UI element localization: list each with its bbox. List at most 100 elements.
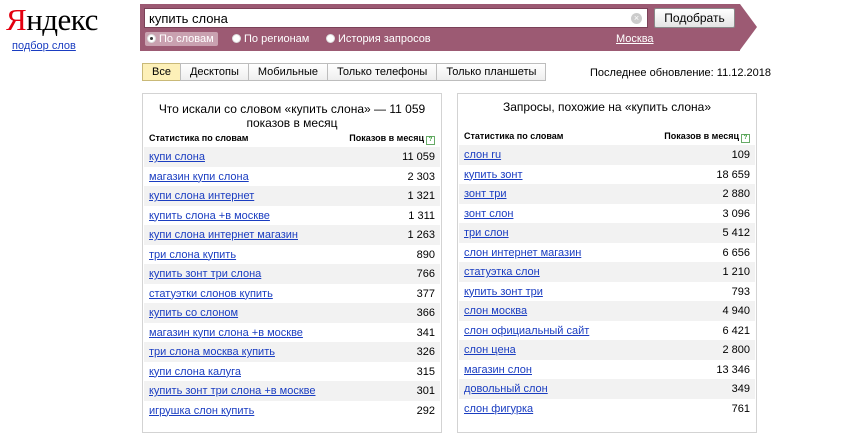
impression-count: 315 xyxy=(416,365,435,378)
tab-all[interactable]: Все xyxy=(142,63,181,81)
impression-count: 1 263 xyxy=(407,229,435,241)
help-icon[interactable]: ? xyxy=(426,136,435,145)
phrase-link[interactable]: игрушка слон купить xyxy=(149,405,254,417)
table-row: три слон 5 412 xyxy=(459,223,755,243)
table-row: купить зонт три слона +в москве 301 xyxy=(144,381,440,401)
impression-count: 292 xyxy=(416,404,435,417)
phrase-link[interactable]: слон официальный сайт xyxy=(464,325,589,337)
table-row: довольный слон 349 xyxy=(459,379,755,399)
phrase-link[interactable]: статуэтки слонов купить xyxy=(149,288,273,300)
wordstat-link[interactable]: подбор слов xyxy=(12,40,76,52)
table-row: статуэтки слонов купить 377 xyxy=(144,284,440,304)
impression-count: 4 940 xyxy=(722,305,750,317)
col-phrase-header: Статистика по словам xyxy=(464,131,564,141)
phrase-link[interactable]: слон фигурка xyxy=(464,403,533,415)
impression-count: 377 xyxy=(416,287,435,300)
phrase-link[interactable]: купи слона интернет магазин xyxy=(149,229,298,241)
radio-icon xyxy=(326,34,335,43)
impression-count: 326 xyxy=(416,346,435,358)
impression-count: 761 xyxy=(731,402,750,415)
phrase-link[interactable]: купить зонт три слона +в москве xyxy=(149,385,316,397)
impression-count: 890 xyxy=(416,248,435,261)
impression-count: 18 659 xyxy=(716,168,750,181)
tab-tablets-only[interactable]: Только планшеты xyxy=(436,63,547,81)
impression-count: 2 800 xyxy=(722,344,750,356)
table-row: магазин купи слона 2 303 xyxy=(144,167,440,187)
phrase-link[interactable]: слон цена xyxy=(464,344,516,356)
col-count-header: Показов в месяц? xyxy=(349,133,435,145)
radio-icon xyxy=(232,34,241,43)
right-panel-title: Запросы, похожие на «купить слона» xyxy=(502,100,711,114)
impression-count: 341 xyxy=(416,326,435,339)
phrase-link[interactable]: статуэтка слон xyxy=(464,266,540,278)
region-link[interactable]: Москва xyxy=(616,33,654,45)
table-row: магазин купи слона +в москве 341 xyxy=(144,323,440,343)
table-row: купи слона калуга 315 xyxy=(144,362,440,382)
tab-phones-only[interactable]: Только телефоны xyxy=(326,63,438,81)
search-band: купить слона × Подобрать По словам По ре… xyxy=(140,4,757,51)
left-panel-title: Что искали со словом «купить слона» — 11… xyxy=(158,102,426,130)
phrase-link[interactable]: зонт слон xyxy=(464,208,513,220)
find-button[interactable]: Подобрать xyxy=(654,8,735,28)
col-count-header: Показов в месяц? xyxy=(664,131,750,143)
left-rows: купи слона 11 059 магазин купи слона 2 303 к… xyxy=(144,147,440,420)
phrase-link[interactable]: слон интернет магазин xyxy=(464,247,581,259)
phrase-link[interactable]: купить зонт три xyxy=(464,286,543,298)
clear-icon[interactable]: × xyxy=(631,13,642,24)
phrase-link[interactable]: три слона купить xyxy=(149,249,236,261)
table-row: три слона москва купить 326 xyxy=(144,342,440,362)
phrase-link[interactable]: купить слона +в москве xyxy=(149,210,270,222)
table-row: слон официальный сайт 6 421 xyxy=(459,321,755,341)
phrase-link[interactable]: купи слона калуга xyxy=(149,366,241,378)
table-row: купить зонт три слона 766 xyxy=(144,264,440,284)
phrase-link[interactable]: магазин купи слона xyxy=(149,171,249,183)
phrase-link[interactable]: магазин слон xyxy=(464,364,532,376)
impression-count: 5 412 xyxy=(722,227,750,239)
radio-icon xyxy=(147,34,156,43)
help-icon[interactable]: ? xyxy=(741,134,750,143)
device-tabs: Все Десктопы Мобильные Только телефоны Т… xyxy=(142,63,547,81)
impression-count: 3 096 xyxy=(722,207,750,220)
left-panel-header: Статистика по словам Показов в месяц? xyxy=(149,133,435,147)
logo-first-letter: Я xyxy=(6,2,27,37)
impression-count: 1 311 xyxy=(408,209,435,222)
phrase-link[interactable]: зонт три xyxy=(464,188,507,200)
logo-rest: ндекс xyxy=(26,2,98,37)
table-row: купи слона интернет магазин 1 263 xyxy=(144,225,440,245)
table-row: слон фигурка 761 xyxy=(459,399,755,419)
right-panel: Запросы, похожие на «купить слона» Стати… xyxy=(457,93,757,433)
impression-count: 1 210 xyxy=(722,266,750,278)
phrase-link[interactable]: три слон xyxy=(464,227,509,239)
table-row: купить зонт три 793 xyxy=(459,282,755,302)
tab-mobile[interactable]: Мобильные xyxy=(247,63,328,81)
yandex-logo[interactable]: Яндекс xyxy=(6,2,98,38)
impression-count: 2 303 xyxy=(407,170,435,183)
table-row: слон цена 2 800 xyxy=(459,340,755,360)
phrase-link[interactable]: три слона москва купить xyxy=(149,346,275,358)
phrase-link[interactable]: довольный слон xyxy=(464,383,548,395)
mode-radio-regions[interactable]: По регионам xyxy=(232,33,309,45)
search-input[interactable]: купить слона × xyxy=(144,8,648,28)
left-panel: Что искали со словом «купить слона» — 11… xyxy=(142,93,442,433)
phrase-link[interactable]: купи слона xyxy=(149,151,205,163)
impression-count: 2 880 xyxy=(722,188,750,200)
phrase-link[interactable]: слон москва xyxy=(464,305,527,317)
phrase-link[interactable]: купи слона интернет xyxy=(149,190,254,202)
tab-desktops[interactable]: Десктопы xyxy=(179,63,249,81)
table-row: магазин слон 13 346 xyxy=(459,360,755,380)
table-row: купи слона интернет 1 321 xyxy=(144,186,440,206)
phrase-link[interactable]: купить зонт xyxy=(464,169,523,181)
table-row: купить зонт 18 659 xyxy=(459,165,755,185)
mode-radio-history[interactable]: История запросов xyxy=(326,33,431,45)
phrase-link[interactable]: купить со слоном xyxy=(149,307,238,319)
impression-count: 349 xyxy=(731,383,750,395)
table-row: зонт три 2 880 xyxy=(459,184,755,204)
impression-count: 13 346 xyxy=(716,363,750,376)
last-update-text: Последнее обновление: 11.12.2018 xyxy=(590,67,772,79)
phrase-link[interactable]: купить зонт три слона xyxy=(149,268,261,280)
phrase-link[interactable]: магазин купи слона +в москве xyxy=(149,327,303,339)
phrase-link[interactable]: слон ru xyxy=(464,149,501,161)
right-panel-header: Статистика по словам Показов в месяц? xyxy=(464,131,750,145)
search-input-value: купить слона xyxy=(149,11,228,26)
mode-radio-words[interactable]: По словам xyxy=(145,32,218,46)
